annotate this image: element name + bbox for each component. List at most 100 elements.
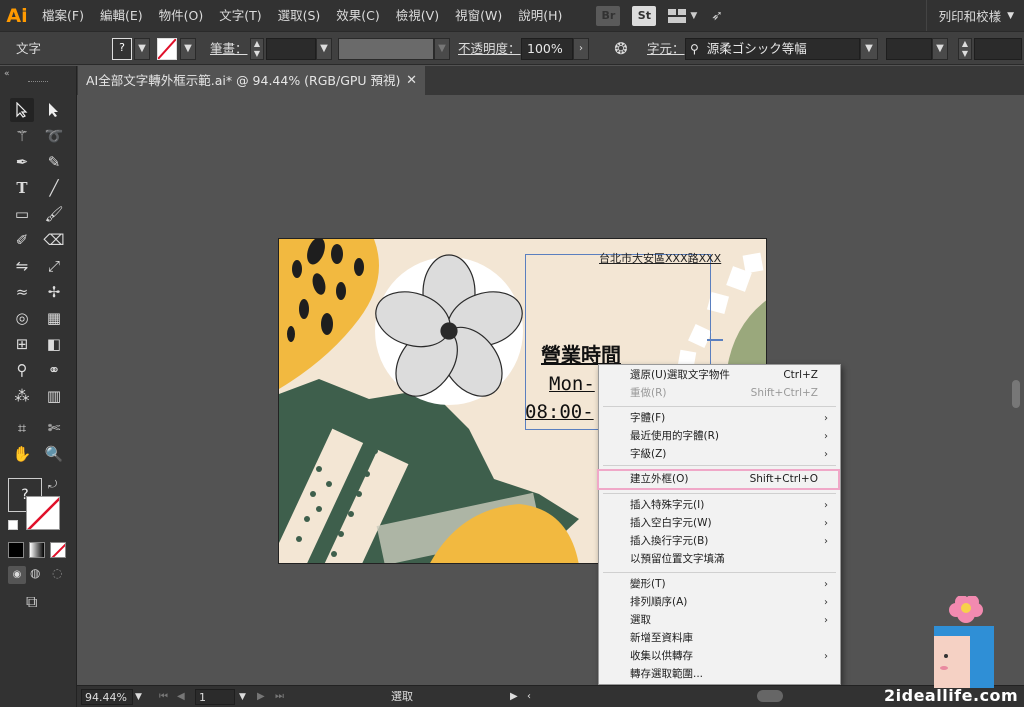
selection-tool-icon[interactable] <box>10 98 34 122</box>
mesh-tool-icon[interactable]: ⊞ <box>10 332 34 356</box>
stroke-swatch[interactable] <box>157 38 177 60</box>
menu-item-redo[interactable]: 重做(R) Shift+Ctrl+Z <box>599 385 840 402</box>
menu-item-select[interactable]: 選取 › <box>599 612 840 629</box>
rotate-tool-icon[interactable]: ⇋ <box>10 254 34 278</box>
menu-item-create-outlines[interactable]: 建立外框(O) Shift+Ctrl+O <box>597 469 840 490</box>
symbol-sprayer-icon[interactable]: ⁂ <box>10 384 34 408</box>
menu-item-transform[interactable]: 變形(T) › <box>599 576 840 593</box>
menu-item-export-selection[interactable]: 轉存選取範圍... <box>599 666 840 683</box>
line-tool-icon[interactable]: ╱ <box>42 176 66 200</box>
panel-grip[interactable] <box>28 81 48 83</box>
gradient-mode-button[interactable] <box>29 542 45 558</box>
stroke-weight-input[interactable] <box>266 38 316 60</box>
menu-object[interactable]: 物件(O) <box>151 0 212 31</box>
chevron-down-icon[interactable]: ▼ <box>690 11 697 21</box>
stroke-label[interactable]: 筆畫： <box>210 38 248 60</box>
menu-item-font[interactable]: 字體(F) › <box>599 410 840 427</box>
workspace-switcher[interactable]: 列印和校樣 ▼ <box>925 0 1024 31</box>
hours-days-text[interactable]: Mon- <box>549 373 595 395</box>
gradient-tool-icon[interactable]: ◧ <box>42 332 66 356</box>
menu-item-arrange[interactable]: 排列順序(A) › <box>599 594 840 611</box>
puppet-warp-icon[interactable]: ✢ <box>42 280 66 304</box>
menu-item-size[interactable]: 字級(Z) › <box>599 446 840 463</box>
default-fill-stroke-icon[interactable] <box>8 520 18 530</box>
bridge-button[interactable]: Br <box>596 5 621 26</box>
slice-tool-icon[interactable]: ✄ <box>42 416 66 440</box>
color-mode-button[interactable] <box>8 542 24 558</box>
zoom-tool-icon[interactable]: 🔍 <box>42 442 66 466</box>
rectangle-tool-icon[interactable]: ▭ <box>10 202 34 226</box>
illustrator-logo[interactable]: Ai <box>0 0 34 31</box>
arrange-documents-icon[interactable] <box>668 8 687 23</box>
previous-artboard-icon[interactable]: ◀ <box>177 689 185 705</box>
artboard-tool-icon[interactable]: ⌗ <box>10 416 34 440</box>
status-menu-icon[interactable]: ▶ <box>510 689 518 705</box>
direct-selection-tool-icon[interactable] <box>42 98 66 122</box>
magic-wand-icon[interactable]: ⚚ <box>10 124 34 148</box>
pen-tool-icon[interactable]: ✒ <box>10 150 34 174</box>
menu-item-recent-fonts[interactable]: 最近使用的字體(R) › <box>599 428 840 445</box>
opacity-input[interactable]: 100% <box>521 38 573 60</box>
hours-time-text[interactable]: 08:00- <box>525 401 594 423</box>
first-artboard-icon[interactable]: ⏮ <box>159 689 168 705</box>
scroll-left-icon[interactable]: ‹ <box>527 689 531 705</box>
collapse-panel-icon[interactable]: « <box>4 69 10 79</box>
shaper-tool-icon[interactable]: ✐ <box>10 228 34 252</box>
fill-dropdown[interactable]: ▼ <box>134 38 150 60</box>
document-tab[interactable]: AI全部文字轉外框示範.ai* @ 94.44% (RGB/GPU 預視) ✕ <box>78 66 425 95</box>
menu-view[interactable]: 檢視(V) <box>388 0 447 31</box>
font-style-dropdown[interactable]: ▼ <box>932 38 948 60</box>
gpu-performance-icon[interactable]: ➶ <box>711 8 723 24</box>
font-family-dropdown[interactable]: ▼ <box>860 38 878 60</box>
address-text[interactable]: 台北市大安區XXX路XXX <box>599 250 721 266</box>
menu-effect[interactable]: 效果(C) <box>328 0 387 31</box>
paintbrush-tool-icon[interactable]: 🖌 <box>42 202 66 226</box>
menu-window[interactable]: 視窗(W) <box>447 0 510 31</box>
last-artboard-icon[interactable]: ⏭ <box>275 689 284 705</box>
width-tool-icon[interactable]: ≈ <box>10 280 34 304</box>
blend-tool-icon[interactable]: ⚭ <box>42 358 66 382</box>
opacity-arrow[interactable]: › <box>573 38 589 60</box>
draw-inside-icon[interactable]: ◌ <box>52 566 62 580</box>
stroke-weight-dropdown[interactable]: ▼ <box>316 38 332 60</box>
menu-item-fill-placeholder[interactable]: 以預留位置文字填滿 <box>599 551 840 568</box>
font-size-stepper[interactable]: ▲ ▼ <box>958 38 972 60</box>
shape-builder-icon[interactable]: ◎ <box>10 306 34 330</box>
menu-type[interactable]: 文字(T) <box>211 0 269 31</box>
stock-button[interactable]: St <box>632 5 657 26</box>
menu-item-add-to-library[interactable]: 新增至資料庫 <box>599 630 840 647</box>
vertical-scrollbar[interactable] <box>1012 380 1020 408</box>
text-thread-handle[interactable] <box>707 339 723 341</box>
profile-dropdown[interactable]: ▼ <box>434 38 450 60</box>
swap-fill-stroke-icon[interactable]: ⤾ <box>48 478 57 492</box>
font-size-input[interactable] <box>974 38 1022 60</box>
stroke-indicator[interactable] <box>26 496 60 530</box>
menu-item-undo[interactable]: 還原(U)選取文字物件 Ctrl+Z <box>599 367 840 384</box>
menu-edit[interactable]: 編輯(E) <box>92 0 151 31</box>
recolor-artwork-icon[interactable]: ❂ <box>611 38 631 60</box>
menu-item-insert-break[interactable]: 插入換行字元(B) › <box>599 533 840 550</box>
none-mode-button[interactable] <box>50 542 66 558</box>
horizontal-scrollbar-thumb[interactable] <box>757 690 783 702</box>
artboard-dropdown[interactable]: ▼ <box>239 689 246 705</box>
perspective-grid-icon[interactable]: ▦ <box>42 306 66 330</box>
fill-swatch[interactable]: ? <box>112 38 132 60</box>
zoom-input[interactable]: 94.44% <box>81 689 133 705</box>
menu-select[interactable]: 選取(S) <box>270 0 329 31</box>
artboard-number-input[interactable]: 1 <box>195 689 235 705</box>
next-artboard-icon[interactable]: ▶ <box>257 689 265 705</box>
zoom-dropdown[interactable]: ▼ <box>135 689 142 705</box>
menu-file[interactable]: 檔案(F) <box>34 0 92 31</box>
font-style-input[interactable] <box>886 38 932 60</box>
menu-item-insert-whitespace[interactable]: 插入空白字元(W) › <box>599 515 840 532</box>
draw-behind-icon[interactable]: ◍ <box>30 566 40 580</box>
font-family-input[interactable]: ⚲ 源柔ゴシック等幅 <box>685 38 860 60</box>
eraser-tool-icon[interactable]: ⌫ <box>42 228 66 252</box>
menu-item-collect-for-export[interactable]: 收集以供轉存 › <box>599 648 840 665</box>
close-icon[interactable]: ✕ <box>406 66 417 95</box>
stroke-weight-stepper[interactable]: ▲ ▼ <box>250 38 264 60</box>
opacity-label[interactable]: 不透明度： <box>458 38 521 60</box>
stroke-dropdown[interactable]: ▼ <box>180 38 196 60</box>
menu-help[interactable]: 說明(H) <box>510 0 570 31</box>
draw-normal-icon[interactable]: ◉ <box>8 566 26 584</box>
